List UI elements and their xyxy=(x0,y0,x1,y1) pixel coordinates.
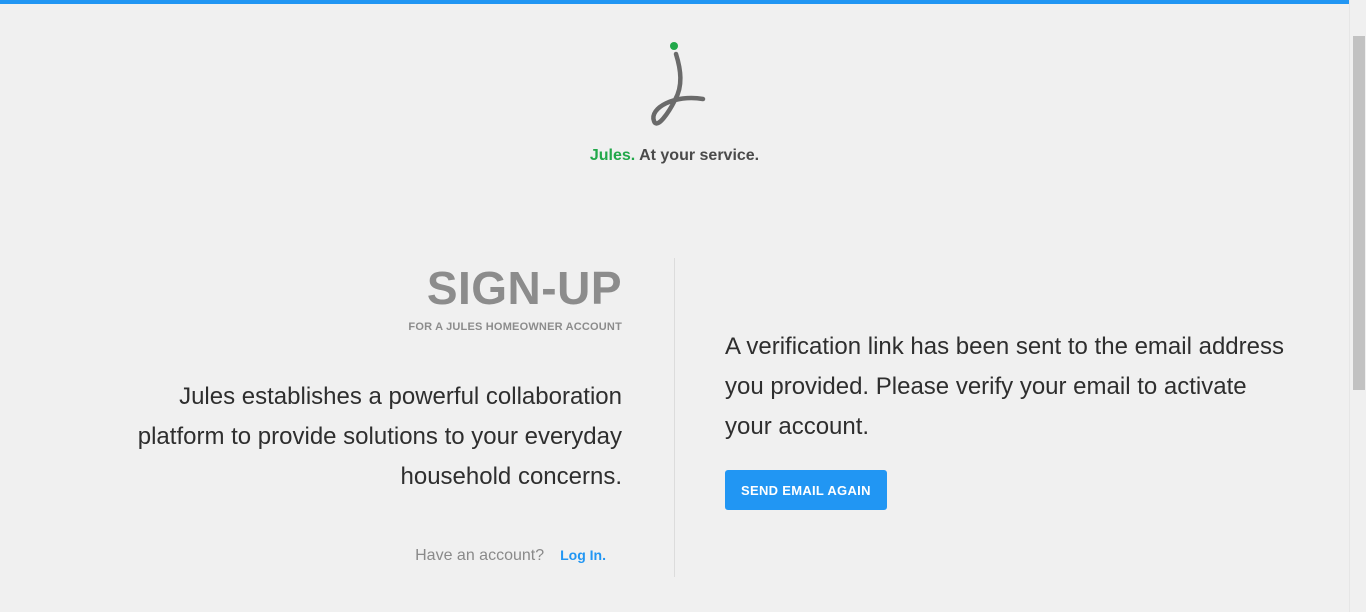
signup-intro: SIGN-UP FOR A JULES HOMEOWNER ACCOUNT Ju… xyxy=(100,258,622,497)
tagline-text: At your service. xyxy=(635,147,760,164)
verification-panel: A verification link has been sent to the… xyxy=(725,327,1285,510)
page-title: SIGN-UP xyxy=(426,262,622,314)
account-question: Have an account? xyxy=(415,547,545,564)
column-divider xyxy=(674,258,675,577)
login-link[interactable]: Log In. xyxy=(560,547,606,563)
platform-description: Jules establishes a powerful collaborati… xyxy=(137,383,622,490)
vertical-scrollbar[interactable] xyxy=(1349,0,1366,612)
send-email-again-button[interactable]: SEND EMAIL AGAIN xyxy=(725,470,887,510)
login-prompt: Have an account? Log In. xyxy=(100,547,606,565)
brand-tagline: Jules. At your service. xyxy=(0,147,1349,165)
jules-logo-icon xyxy=(645,38,711,132)
page-subtitle: FOR A JULES HOMEOWNER ACCOUNT xyxy=(408,321,622,333)
top-progress-bar xyxy=(0,0,1349,4)
brand-name: Jules. xyxy=(589,147,636,164)
scrollbar-thumb[interactable] xyxy=(1353,36,1365,390)
verification-message: A verification link has been sent to the… xyxy=(725,333,1284,440)
